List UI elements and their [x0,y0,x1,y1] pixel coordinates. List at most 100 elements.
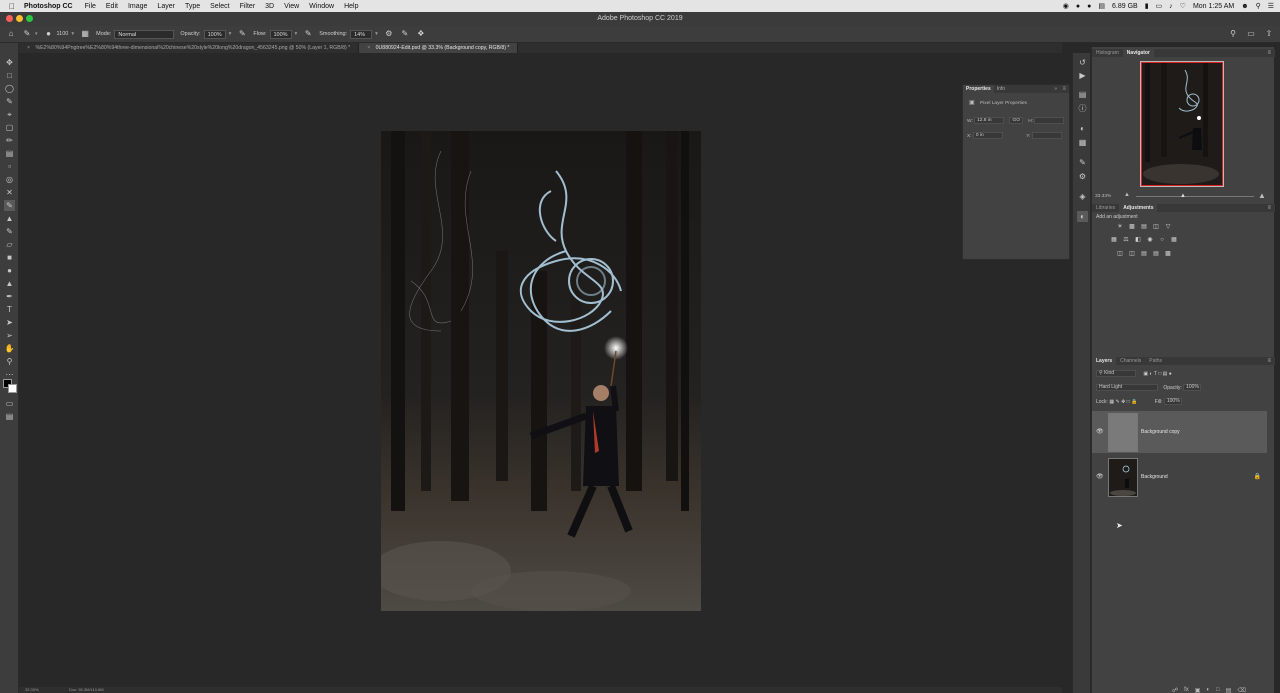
exposure-adjustment-icon[interactable]: ◫ [1152,224,1160,231]
menu-edit[interactable]: Edit [106,3,118,10]
lasso-tool-icon[interactable]: ◯ [4,83,15,94]
menu-filter[interactable]: Filter [240,3,256,10]
layers-menu-icon[interactable]: ≡ [1267,357,1271,365]
color-panel-icon[interactable]: ◐ [1077,123,1088,134]
x-field[interactable]: 0 in [972,132,1003,139]
tab-info[interactable]: Info [994,85,1008,93]
new-group-icon[interactable]: □ [1216,687,1220,693]
lock-artboard-icon[interactable]: □ [1127,399,1130,405]
apple-icon[interactable]:  [0,2,24,11]
collapse-panel-icon[interactable]: » [1054,85,1057,93]
adjustments-panel-icon[interactable]: ◐ [1077,211,1088,222]
brush-size-picker[interactable]: ● 1100 ▾ [44,29,74,39]
link-layers-icon[interactable]: ☍ [1172,687,1178,693]
selective-color-adjustment-icon[interactable]: ▩ [1164,251,1172,258]
background-color-swatch[interactable] [8,384,17,393]
airbrush-icon[interactable]: ✎ [303,29,313,39]
adjustments-menu-icon[interactable]: ≡ [1267,204,1271,212]
filter-type-icon[interactable]: T [1154,371,1157,377]
filter-smart-object-icon[interactable]: ▤ [1163,371,1168,377]
brightness-adjustment-icon[interactable]: ☀ [1116,224,1124,231]
menu-type[interactable]: Type [185,3,200,10]
gradient-map-adjustment-icon[interactable]: ▤ [1152,251,1160,258]
status-icon[interactable]: ● [1076,3,1080,10]
zoom-in-icon[interactable]: ▲ [1258,191,1266,200]
new-layer-icon[interactable]: ▤ [1226,687,1232,693]
delete-layer-icon[interactable]: ⌫ [1237,687,1245,693]
memory-icon[interactable]: ▤ [1098,2,1105,10]
brush-settings-panel-icon[interactable]: ⚙ [1077,171,1088,182]
menu-view[interactable]: View [284,3,299,10]
visibility-eye-icon[interactable]: 👁 [1096,428,1104,435]
menu-image[interactable]: Image [128,3,147,10]
pressure-opacity-icon[interactable]: ✎ [237,29,247,39]
brush-tool-icon[interactable]: ✎ [4,200,15,211]
photo-filter-adjustment-icon[interactable]: ◉ [1146,237,1154,244]
path-selection-tool-icon[interactable]: ➤ [4,317,15,328]
vibrance-adjustment-icon[interactable]: ▽ [1164,224,1172,231]
patch-tool-icon[interactable]: ▫ [4,161,15,172]
brush-tool-preset-icon[interactable]: ✎ [22,29,32,39]
menu-help[interactable]: Help [344,3,358,10]
levels-adjustment-icon[interactable]: ▩ [1128,224,1136,231]
width-field[interactable]: 12.8 in [974,117,1005,124]
canvas-area[interactable] [19,53,1062,687]
menu-select[interactable]: Select [210,3,229,10]
y-field[interactable] [1031,132,1062,139]
shape-tool-icon[interactable]: ➢ [4,330,15,341]
frame-tool-icon[interactable]: ▢ [4,122,15,133]
channel-mixer-adjustment-icon[interactable]: ○ [1158,237,1166,244]
panel-menu-icon[interactable]: ≡ [1062,85,1066,93]
new-adjustment-layer-icon[interactable]: ◐ [1206,687,1210,693]
navigator-panel-icon[interactable]: ◈ [1077,191,1088,202]
memory-readout[interactable]: 6.89 GB [1112,3,1138,10]
menu-app-name[interactable]: Photoshop CC [24,3,73,10]
marquee-tool-icon[interactable]: □ [4,70,15,81]
filter-pixel-icon[interactable]: ▣ [1143,371,1148,377]
lock-position-icon[interactable]: ✥ [1121,399,1125,405]
navigator-menu-icon[interactable]: ≡ [1267,49,1271,57]
navigator-zoom-value[interactable]: 33.33% [1095,194,1111,199]
user-icon[interactable]: ☻ [1241,3,1248,10]
move-tool-icon[interactable]: ✥ [4,57,15,68]
zoom-window-button[interactable] [26,15,33,22]
close-window-button[interactable] [6,15,13,22]
workspace-icon[interactable]: ▭ [1246,29,1256,39]
swatches-panel-icon[interactable]: ▦ [1077,137,1088,148]
pressure-size-icon[interactable]: ✎ [400,29,410,39]
tab-layers[interactable]: Layers [1092,357,1117,365]
layer-row-background[interactable]: 👁 Background 🔒 [1092,456,1267,498]
control-center-icon[interactable]: ☰ [1268,2,1274,10]
status-zoom[interactable]: 33.33% [25,687,39,692]
zoom-out-icon[interactable]: ▲ [1124,192,1130,198]
filter-shape-icon[interactable]: □ [1158,371,1161,377]
layer-name[interactable]: Background copy [1141,429,1180,435]
menu-layer[interactable]: Layer [157,3,175,10]
navigator-view-box[interactable] [1141,62,1223,186]
type-tool-icon[interactable]: T [4,304,15,315]
tab-histogram[interactable]: Histogram [1092,49,1123,57]
close-tab-icon[interactable]: × [27,45,30,51]
zoom-tool-icon[interactable]: ⚲ [4,356,15,367]
history-brush-tool-icon[interactable]: ✎ [4,226,15,237]
flow-field[interactable]: 100% [269,29,292,39]
posterize-adjustment-icon[interactable]: ◫ [1128,251,1136,258]
healing-brush-tool-icon[interactable]: ▤ [4,148,15,159]
layer-name[interactable]: Background [1141,474,1168,480]
eyedropper-tool-icon[interactable]: ✏ [4,135,15,146]
navigator-zoom-slider[interactable] [1136,196,1254,197]
filter-toggle-icon[interactable]: ● [1169,371,1172,377]
minimize-window-button[interactable] [16,15,23,22]
threshold-adjustment-icon[interactable]: ▤ [1140,251,1148,258]
color-balance-adjustment-icon[interactable]: ⚖ [1122,237,1130,244]
tab-channels[interactable]: Channels [1116,357,1145,365]
menu-window[interactable]: Window [309,3,334,10]
search-icon[interactable]: ⚲ [1228,29,1238,39]
tab-navigator[interactable]: Navigator [1122,49,1154,57]
share-icon[interactable]: ⇧ [1264,29,1274,39]
hue-saturation-adjustment-icon[interactable]: ▦ [1110,237,1118,244]
record-icon[interactable]: ◉ [1063,2,1069,10]
symmetry-icon[interactable]: ❖ [416,29,426,39]
quick-mask-icon[interactable]: ▭ [4,398,15,409]
pen-tool-icon[interactable]: ✒ [4,291,15,302]
